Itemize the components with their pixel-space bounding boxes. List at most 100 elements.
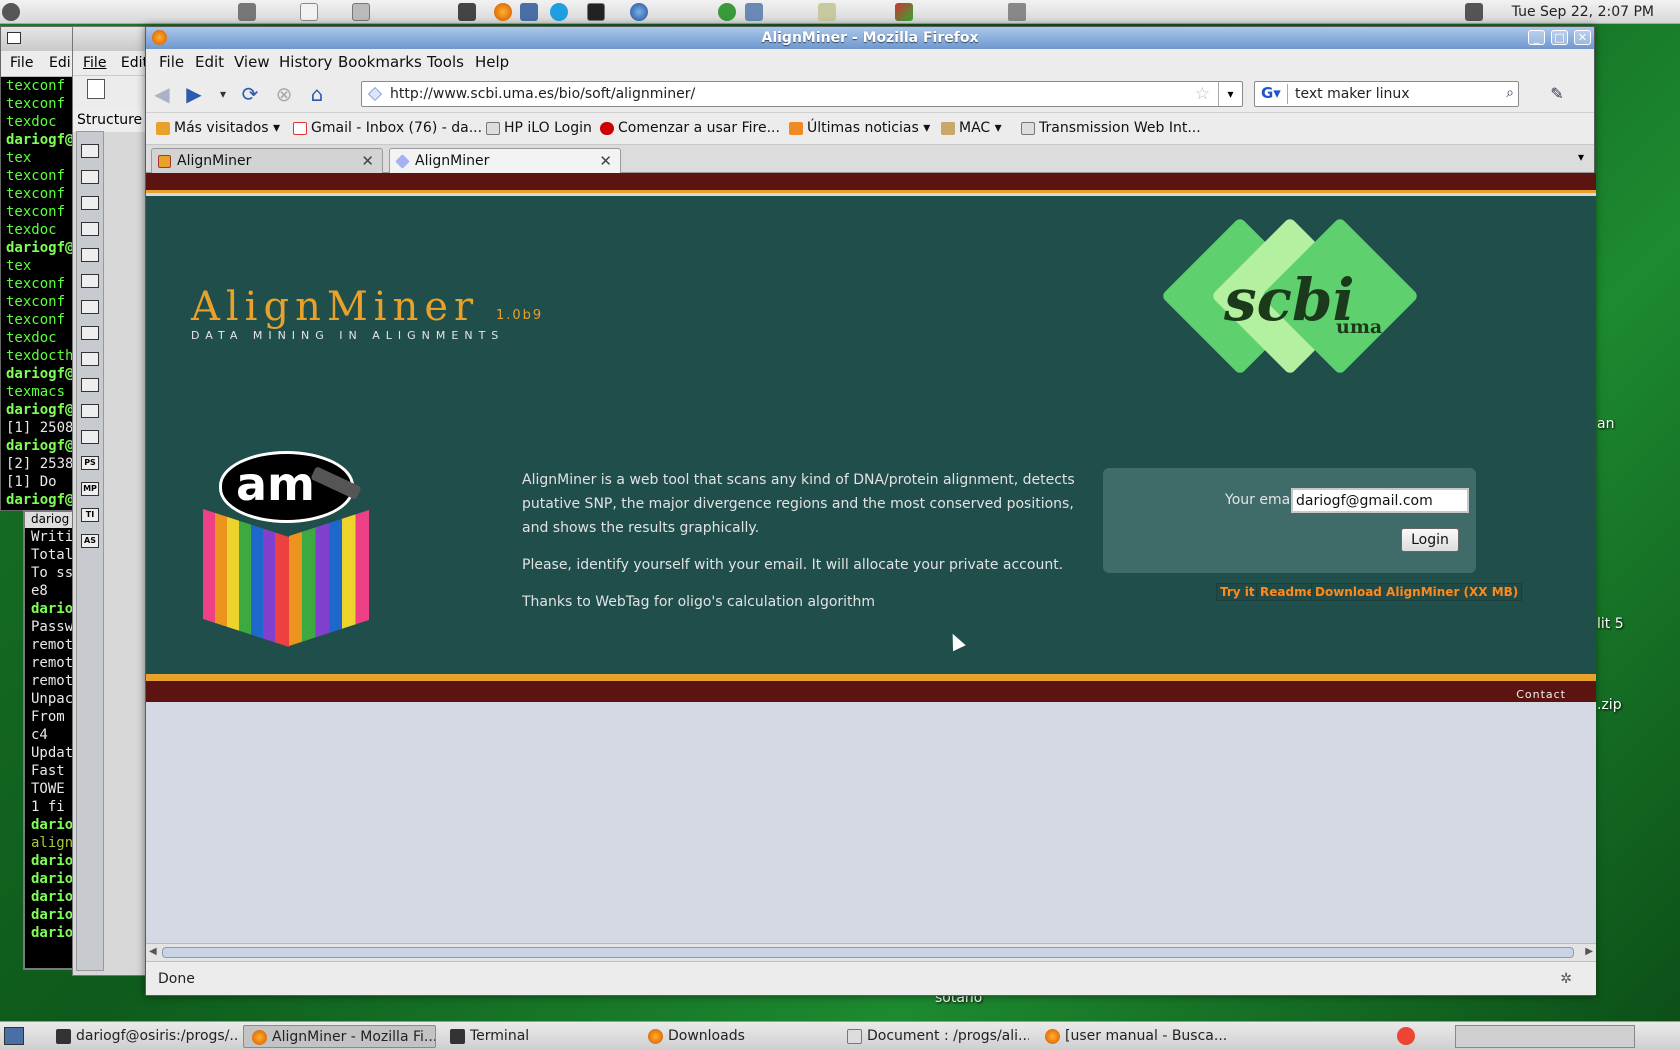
symbol-tool-icon[interactable] bbox=[81, 222, 99, 236]
bookmark-item[interactable]: HP iLO Login bbox=[486, 120, 592, 136]
thunderbird-icon[interactable] bbox=[630, 3, 648, 21]
tab-alignminer-1[interactable]: AlignMiner ✕ bbox=[151, 148, 383, 173]
background-editor-window[interactable]: File Edit Structure PS MP TI AS bbox=[72, 26, 153, 976]
symbol-tool-icon[interactable] bbox=[81, 196, 99, 210]
symbol-tool-icon[interactable] bbox=[81, 352, 99, 366]
site-identity-icon[interactable] bbox=[368, 87, 382, 101]
maximize-button[interactable]: □ bbox=[1551, 30, 1568, 45]
skype-icon[interactable] bbox=[550, 3, 568, 21]
close-button[interactable]: ✕ bbox=[1574, 30, 1591, 45]
menu-file[interactable]: File bbox=[159, 53, 184, 71]
symbol-tool-icon[interactable]: PS bbox=[81, 456, 99, 470]
download-link[interactable]: Download AlignMiner (XX MB) bbox=[1311, 583, 1523, 601]
clock[interactable]: Tue Sep 22, 2:07 PM bbox=[1512, 4, 1654, 20]
update-notifier-icon[interactable] bbox=[1397, 1027, 1415, 1045]
readme-link[interactable]: Readme bbox=[1256, 583, 1319, 601]
symbol-tool-icon[interactable]: AS bbox=[81, 534, 99, 548]
window-titlebar[interactable]: AlignMiner - Mozilla Firefox _ □ ✕ bbox=[146, 27, 1594, 49]
symbol-tool-icon[interactable] bbox=[81, 326, 99, 340]
symbol-tool-icon[interactable] bbox=[81, 430, 99, 444]
menu-history[interactable]: History bbox=[279, 53, 332, 71]
contact-link[interactable]: Contact bbox=[1516, 688, 1566, 701]
close-tab-icon[interactable]: ✕ bbox=[599, 152, 612, 170]
minimize-button[interactable]: _ bbox=[1528, 30, 1545, 45]
terminal-titlebar[interactable] bbox=[1, 27, 81, 51]
monitor-icon[interactable] bbox=[745, 3, 763, 21]
history-dropdown-icon[interactable]: ▾ bbox=[212, 83, 234, 105]
image-viewer-icon[interactable] bbox=[818, 3, 836, 21]
horizontal-scrollbar[interactable]: ◀ ▶ bbox=[146, 943, 1596, 961]
close-tab-icon[interactable]: ✕ bbox=[361, 152, 374, 170]
google-icon[interactable]: G▾ bbox=[1258, 84, 1288, 104]
bookmark-item[interactable]: Comenzar a usar Fire... bbox=[600, 120, 780, 136]
text-editor-icon[interactable] bbox=[300, 3, 318, 21]
home-icon[interactable]: ⌂ bbox=[306, 83, 328, 105]
menu-edit[interactable]: Edit bbox=[121, 55, 148, 71]
list-all-tabs-icon[interactable]: ▾ bbox=[1578, 150, 1584, 164]
menu-bookmarks[interactable]: Bookmarks bbox=[338, 53, 422, 71]
desktop-icon-label[interactable]: lit 5 bbox=[1597, 616, 1624, 632]
search-icon[interactable]: ⌕ bbox=[1506, 85, 1514, 101]
bookmark-star-icon[interactable]: ☆ bbox=[1195, 84, 1210, 104]
computer-icon[interactable] bbox=[520, 3, 538, 21]
people-icon[interactable] bbox=[238, 3, 256, 21]
scroll-right-icon[interactable]: ▶ bbox=[1585, 946, 1593, 957]
symbol-tool-icon[interactable] bbox=[81, 170, 99, 184]
show-desktop-icon[interactable] bbox=[4, 1027, 24, 1045]
tab-alignminer-2[interactable]: AlignMiner ✕ bbox=[389, 148, 621, 174]
task-terminal-osiris[interactable]: dariogf@osiris:/progs/... bbox=[48, 1025, 238, 1048]
terminal-icon[interactable] bbox=[587, 3, 605, 21]
forward-icon[interactable]: ▶ bbox=[183, 83, 205, 105]
desktop-icon-label[interactable]: .zip bbox=[1597, 697, 1622, 713]
structure-panel-title[interactable]: Structure bbox=[73, 108, 153, 132]
task-document[interactable]: Document : /progs/ali... bbox=[839, 1025, 1029, 1048]
task-terminal[interactable]: Terminal bbox=[442, 1025, 632, 1048]
url-text[interactable]: http://www.scbi.uma.es/bio/soft/alignmin… bbox=[390, 86, 695, 102]
symbol-tool-icon[interactable] bbox=[81, 274, 99, 288]
bookmark-item[interactable]: Últimas noticias ▾ bbox=[789, 120, 930, 136]
url-dropdown-icon[interactable]: ▾ bbox=[1218, 82, 1242, 106]
url-bar[interactable]: http://www.scbi.uma.es/bio/soft/alignmin… bbox=[361, 81, 1243, 107]
menu-edit[interactable]: Edit bbox=[195, 53, 224, 71]
symbol-tool-icon[interactable] bbox=[81, 248, 99, 262]
menu-help[interactable]: Help bbox=[475, 53, 509, 71]
menu-edit[interactable]: Edi bbox=[49, 55, 71, 71]
symbol-tool-icon[interactable] bbox=[81, 378, 99, 392]
edit-tool-icon[interactable]: ✎ bbox=[1546, 83, 1568, 105]
scroll-thumb[interactable] bbox=[162, 947, 1574, 958]
stop-icon[interactable]: ⊗ bbox=[273, 83, 295, 105]
printer-icon[interactable] bbox=[352, 3, 370, 21]
firefox-icon[interactable] bbox=[494, 3, 512, 21]
reload-icon[interactable]: ⟳ bbox=[239, 83, 261, 105]
email-field[interactable] bbox=[1291, 488, 1469, 513]
menu-tools[interactable]: Tools bbox=[427, 53, 464, 71]
app-icon[interactable] bbox=[895, 3, 913, 21]
menu-file[interactable]: File bbox=[10, 55, 33, 71]
menu-view[interactable]: View bbox=[234, 53, 270, 71]
task-firefox[interactable]: AlignMiner - Mozilla Fi... bbox=[243, 1025, 436, 1048]
calculator-icon[interactable] bbox=[458, 3, 476, 21]
symbol-tool-icon[interactable] bbox=[81, 404, 99, 418]
screenshot-icon[interactable] bbox=[1465, 3, 1483, 21]
symbol-tool-icon[interactable]: MP bbox=[81, 482, 99, 496]
search-bar[interactable]: G▾ text maker linux ⌕ bbox=[1254, 81, 1519, 107]
task-downloads[interactable]: Downloads bbox=[640, 1025, 830, 1048]
gnome-foot-icon[interactable] bbox=[2, 3, 20, 21]
task-user-manual[interactable]: [user manual - Busca... bbox=[1037, 1025, 1227, 1048]
desktop-icon-label[interactable]: an bbox=[1597, 416, 1614, 432]
bookmark-item[interactable]: Más visitados ▾ bbox=[156, 120, 280, 136]
network-icon[interactable] bbox=[718, 3, 736, 21]
symbol-tool-icon[interactable]: TI bbox=[81, 508, 99, 522]
login-button[interactable]: Login bbox=[1401, 528, 1459, 552]
symbol-tool-icon[interactable] bbox=[81, 144, 99, 158]
back-icon[interactable]: ◀ bbox=[151, 83, 173, 105]
search-input[interactable]: text maker linux bbox=[1295, 86, 1410, 102]
bookmark-item[interactable]: Gmail - Inbox (76) - da... bbox=[293, 120, 482, 136]
workspace-switcher[interactable] bbox=[1455, 1025, 1635, 1048]
new-document-icon[interactable] bbox=[87, 79, 105, 99]
symbol-tool-icon[interactable] bbox=[81, 300, 99, 314]
addon-icon[interactable]: ✲ bbox=[1560, 971, 1572, 987]
menu-file[interactable]: File bbox=[83, 55, 106, 71]
bookmark-item[interactable]: MAC ▾ bbox=[941, 120, 1002, 136]
scroll-left-icon[interactable]: ◀ bbox=[149, 946, 157, 957]
